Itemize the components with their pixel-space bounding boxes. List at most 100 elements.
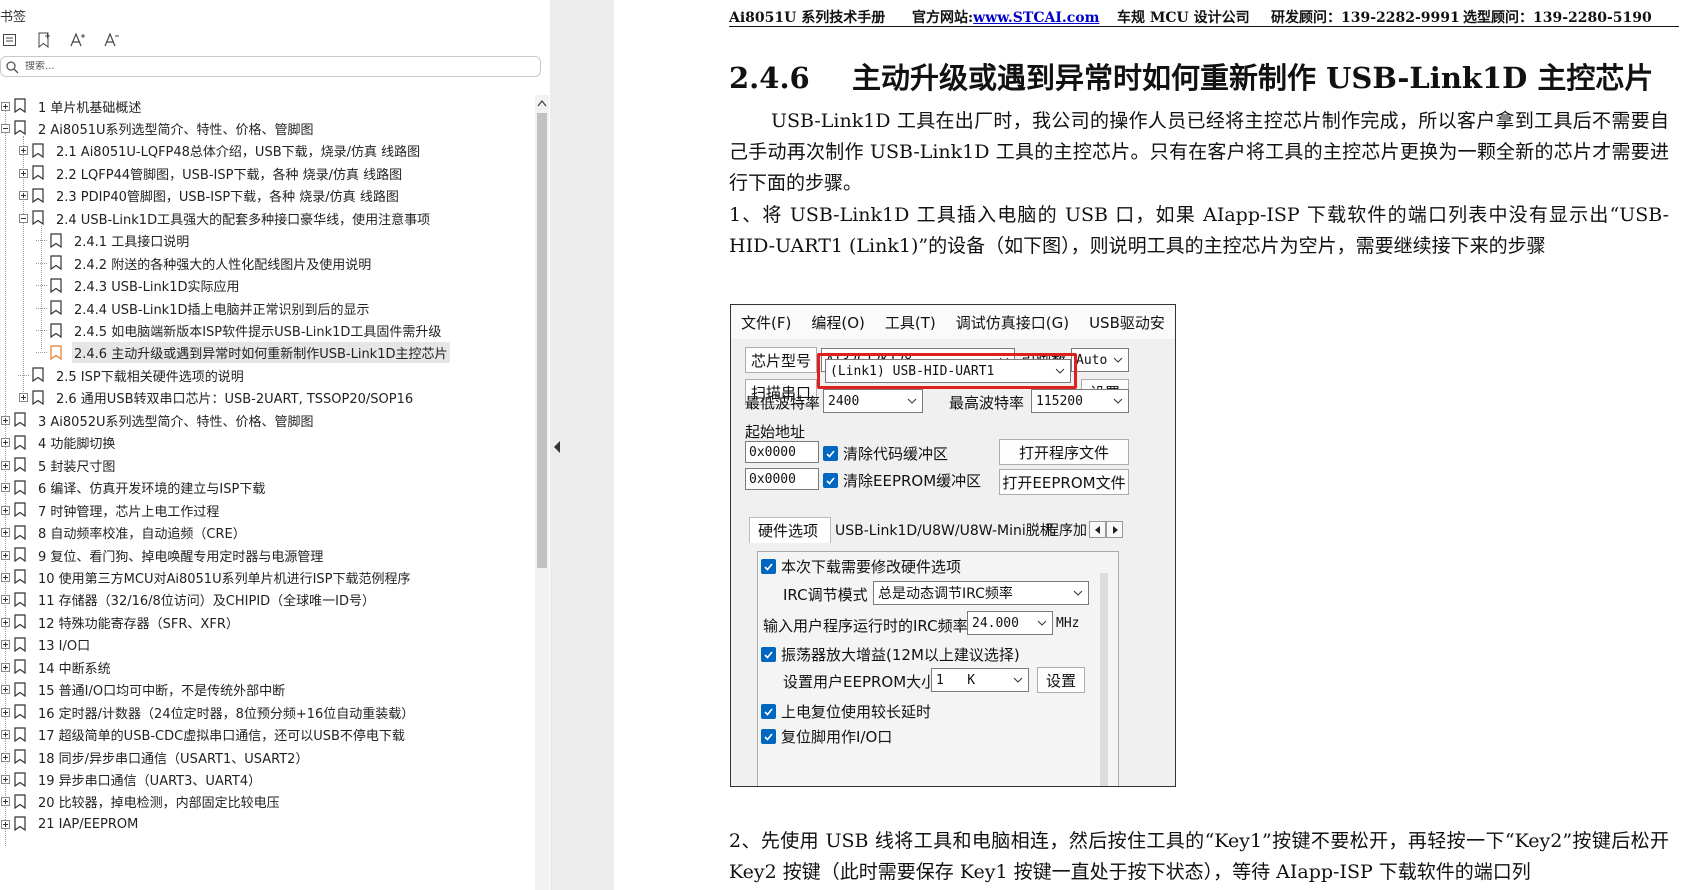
expand-plus-icon[interactable]: [0, 729, 11, 740]
header-website-link[interactable]: www.STCAI.com: [973, 10, 1099, 26]
sidebar-bookmark-item[interactable]: 2.4 USB-Link1D工具强大的配套多种接口豪华线，使用注意事项: [18, 207, 432, 229]
modify-hw-label: 本次下载需要修改硬件选项: [781, 558, 962, 576]
outline-list-icon[interactable]: [0, 30, 20, 50]
collapse-panel-icon[interactable]: [553, 441, 561, 453]
modify-hw-checkbox: 本次下载需要修改硬件选项: [761, 556, 961, 577]
expand-plus-icon[interactable]: [0, 617, 11, 628]
expand-plus-icon[interactable]: [0, 707, 11, 718]
sidebar-bookmark-item[interactable]: 15 普通I/O口均可中断，不是传统外部中断: [0, 679, 287, 701]
expand-plus-icon[interactable]: [18, 145, 29, 156]
bookmark-icon: [14, 120, 28, 136]
expand-plus-icon[interactable]: [0, 550, 11, 561]
bookmark-scrollbar[interactable]: [535, 95, 549, 890]
expand-plus-icon[interactable]: [0, 639, 11, 650]
sidebar-bookmark-item[interactable]: 2.3 PDIP40管脚图，USB-ISP下载，各种 烧录/仿真 线路图: [18, 185, 401, 207]
sidebar-bookmark-item[interactable]: 21 IAP/EEPROM: [0, 813, 140, 835]
isp-menu-bar: 文件(F) 编程(O) 工具(T) 调试仿真接口(G) USB驱动安: [731, 305, 1175, 339]
expand-plus-icon[interactable]: [0, 774, 11, 785]
bookmark-icon: [50, 277, 64, 294]
sidebar-bookmark-item[interactable]: 14 中断系统: [0, 656, 113, 678]
sidebar-bookmark-item[interactable]: 2.1 Ai8051U-LQFP48总体介绍，USB下载，烧录/仿真 线路图: [18, 140, 422, 162]
collapse-minus-icon[interactable]: [0, 123, 11, 134]
sidebar-bookmark-item[interactable]: 5 封装尺寸图: [0, 454, 117, 476]
sidebar-bookmark-item[interactable]: 3 Ai8052U系列选型简介、特性、价格、管脚图: [0, 409, 316, 431]
sidebar-bookmark-item[interactable]: 7 时钟管理，芯片上电工作过程: [0, 499, 221, 521]
expand-plus-icon[interactable]: [0, 684, 11, 695]
sidebar-bookmark-item[interactable]: 13 I/O口: [0, 634, 92, 656]
sidebar-bookmark-item[interactable]: 6 编译、仿真开发环境的建立与ISP下载: [0, 477, 267, 499]
clear-code-checkbox: 清除代码缓冲区: [823, 443, 948, 464]
bookmark-panel-title: 书签: [0, 10, 27, 25]
osc-gain-checkbox: 振荡器放大增益(12M以上建议选择): [761, 644, 1020, 665]
sidebar-bookmark-item[interactable]: 12 特殊功能寄存器（SFR、XFR）: [0, 611, 241, 633]
sidebar-bookmark-item[interactable]: 2.4.5 如电脑端新版本ISP软件提示USB-Link1D工具固件需升级: [36, 320, 443, 342]
sidebar-bookmark-item[interactable]: 8 自动频率校准，自动追频（CRE）: [0, 522, 248, 544]
sidebar-bookmark-item[interactable]: 2.4.2 附送的各种强大的人性化配线图片及使用说明: [36, 252, 373, 274]
sidebar-bookmark-item[interactable]: 17 超级简单的USB-CDC虚拟串口通信，还可以USB不停电下载: [0, 724, 407, 746]
expand-plus-icon[interactable]: [0, 415, 11, 426]
sidebar-bookmark-item[interactable]: 2 Ai8051U系列选型简介、特性、价格、管脚图: [0, 117, 316, 139]
isp-menu-usb-driver: USB驱动安: [1089, 313, 1165, 332]
sidebar-bookmark-item[interactable]: 2.6 通用USB转双串口芯片：USB-2UART, TSSOP20/SOP16: [18, 387, 415, 409]
sidebar-bookmark-item[interactable]: 4 功能脚切换: [0, 432, 117, 454]
sidebar-bookmark-item[interactable]: 20 比较器，掉电检测，内部固定比较电压: [0, 791, 282, 813]
expand-plus-icon[interactable]: [0, 796, 11, 807]
sidebar-bookmark-item[interactable]: 18 同步/异步串口通信（USART1、USART2）: [0, 746, 310, 768]
bookmark-label: 2.4.2 附送的各种强大的人性化配线图片及使用说明: [74, 257, 372, 273]
expand-plus-icon[interactable]: [0, 101, 11, 112]
add-bookmark-icon[interactable]: [34, 30, 54, 50]
expand-plus-icon[interactable]: [0, 819, 11, 830]
irc-freq-label: 输入用户程序运行时的IRC频率: [763, 617, 968, 635]
paragraph-step-2: 2、先使用 USB 线将工具和电脑相连，然后按住工具的“Key1”按键不要松开，…: [729, 830, 1669, 883]
expand-plus-icon[interactable]: [0, 752, 11, 763]
sidebar-bookmark-item[interactable]: 2.4.3 USB-Link1D实际应用: [36, 275, 242, 297]
sidebar-bookmark-item[interactable]: 19 异步串口通信（UART3、UART4）: [0, 769, 263, 791]
bookmark-icon: [14, 749, 28, 765]
font-increase-icon[interactable]: [68, 30, 88, 50]
expand-plus-icon[interactable]: [18, 392, 29, 403]
bookmark-label: 2 Ai8051U系列选型简介、特性、价格、管脚图: [38, 122, 314, 138]
hardware-options-scrollbar: [1100, 573, 1108, 786]
code-address-input: 0x0000: [745, 441, 819, 463]
sidebar-bookmark-item[interactable]: 2.5 ISP下载相关硬件选项的说明: [18, 364, 246, 386]
sidebar-bookmark-item[interactable]: 9 复位、看门狗、掉电唤醒专用定时器与电源管理: [0, 544, 325, 566]
checkbox-checked-icon: [761, 704, 776, 719]
tree-connector: [18, 370, 29, 381]
sidebar-bookmark-item[interactable]: 11 存储器（32/16/8位访问）及CHIPID（全球唯一ID号）: [0, 589, 377, 611]
expand-plus-icon[interactable]: [0, 662, 11, 673]
checkbox-checked-icon: [761, 647, 776, 662]
bookmark-label: 19 异步串口通信（UART3、UART4）: [38, 774, 262, 789]
expand-plus-icon[interactable]: [0, 460, 11, 471]
expand-plus-icon[interactable]: [0, 482, 11, 493]
expand-plus-icon[interactable]: [0, 594, 11, 605]
sidebar-bookmark-item[interactable]: 2.2 LQFP44管脚图，USB-ISP下载，各种 烧录/仿真 线路图: [18, 162, 404, 184]
tree-connector: [36, 258, 47, 269]
checkbox-checked-icon: [761, 559, 776, 574]
checkbox-checked-icon: [823, 473, 838, 488]
font-decrease-icon[interactable]: [102, 30, 122, 50]
expand-plus-icon[interactable]: [0, 437, 11, 448]
bookmark-label: 2.4.1 工具接口说明: [74, 235, 190, 251]
bookmark-icon: [14, 502, 28, 518]
sidebar-bookmark-item[interactable]: 2.4.6 主动升级或遇到异常时如何重新制作USB-Link1D主控芯片: [36, 342, 450, 364]
osc-gain-label: 振荡器放大增益(12M以上建议选择): [781, 646, 1020, 664]
expand-plus-icon[interactable]: [0, 527, 11, 538]
scrollbar-thumb[interactable]: [537, 113, 547, 568]
irc-mode-label: IRC调节模式: [783, 586, 868, 604]
expand-plus-icon[interactable]: [0, 572, 11, 583]
bookmark-search-input[interactable]: [25, 61, 525, 72]
sidebar-bookmark-item[interactable]: 16 定时器/计数器（24位定时器，8位预分频+16位自动重装载）: [0, 701, 416, 723]
bookmark-icon: [14, 771, 28, 788]
expand-plus-icon[interactable]: [18, 190, 29, 201]
expand-plus-icon[interactable]: [18, 168, 29, 179]
sidebar-bookmark-item[interactable]: 2.4.1 工具接口说明: [36, 230, 191, 252]
sidebar-bookmark-item[interactable]: 1 单片机基础概述: [0, 95, 143, 117]
scroll-up-icon[interactable]: [537, 99, 547, 107]
bookmark-icon: [32, 143, 46, 159]
sidebar-bookmark-item[interactable]: 10 使用第三方MCU对Ai8051U系列单片机进行ISP下载范例程序: [0, 566, 413, 588]
sidebar-bookmark-item[interactable]: 2.4.4 USB-Link1D插上电脑并正常识别到后的显示: [36, 297, 372, 319]
bookmark-label: 20 比较器，掉电检测，内部固定比较电压: [38, 796, 280, 812]
collapse-minus-icon[interactable]: [18, 213, 29, 224]
panel-splitter[interactable]: [550, 0, 614, 890]
expand-plus-icon[interactable]: [0, 505, 11, 516]
